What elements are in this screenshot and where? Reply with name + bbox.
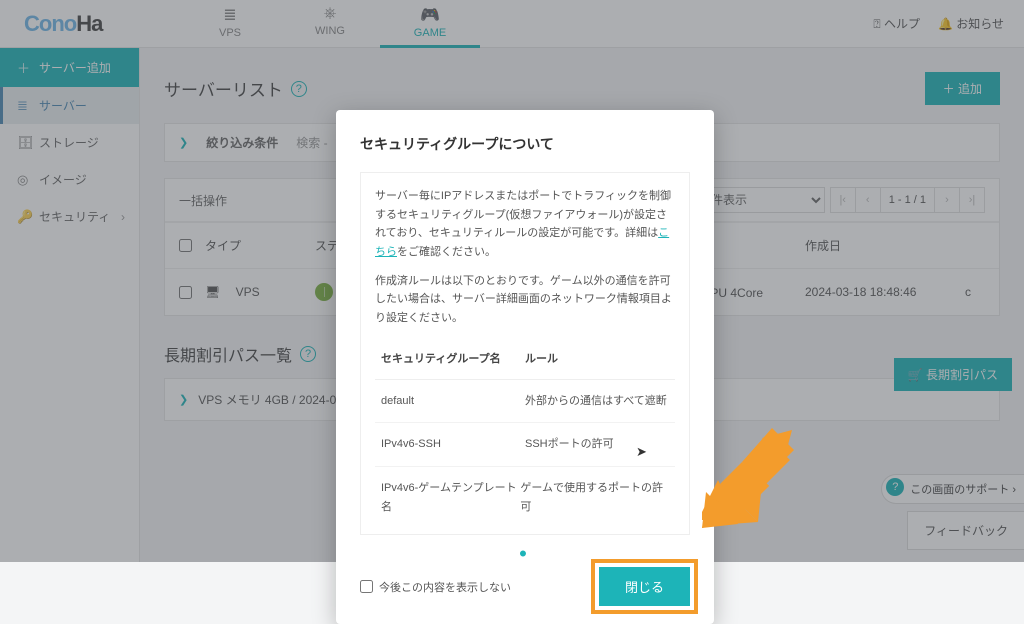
sg-row: IPv4v6-SSH SSHポートの許可 bbox=[375, 423, 675, 467]
close-button[interactable]: 閉じる bbox=[599, 567, 690, 606]
security-group-modal: セキュリティグループについて サーバー毎にIPアドレスまたはポートでトラフィック… bbox=[336, 110, 714, 624]
dont-show-again[interactable]: 今後この内容を表示しない bbox=[360, 579, 511, 595]
sg-row: default 外部からの通信はすべて遮断 bbox=[375, 380, 675, 424]
modal-title: セキュリティグループについて bbox=[360, 134, 690, 154]
sg-col-name: セキュリティグループ名 bbox=[381, 350, 525, 369]
pagination-dots: • bbox=[360, 551, 690, 557]
sg-col-rule: ルール bbox=[525, 350, 558, 369]
dont-show-checkbox[interactable] bbox=[360, 580, 373, 593]
cursor-icon: ➤ bbox=[636, 444, 647, 460]
modal-body: サーバー毎にIPアドレスまたはポートでトラフィックを制御するセキュリティグループ… bbox=[360, 172, 690, 535]
sg-table-head: セキュリティグループ名 ルール bbox=[375, 338, 675, 380]
sg-row: IPv4v6-ゲームテンプレート名 ゲームで使用するポートの許可 bbox=[375, 467, 675, 528]
